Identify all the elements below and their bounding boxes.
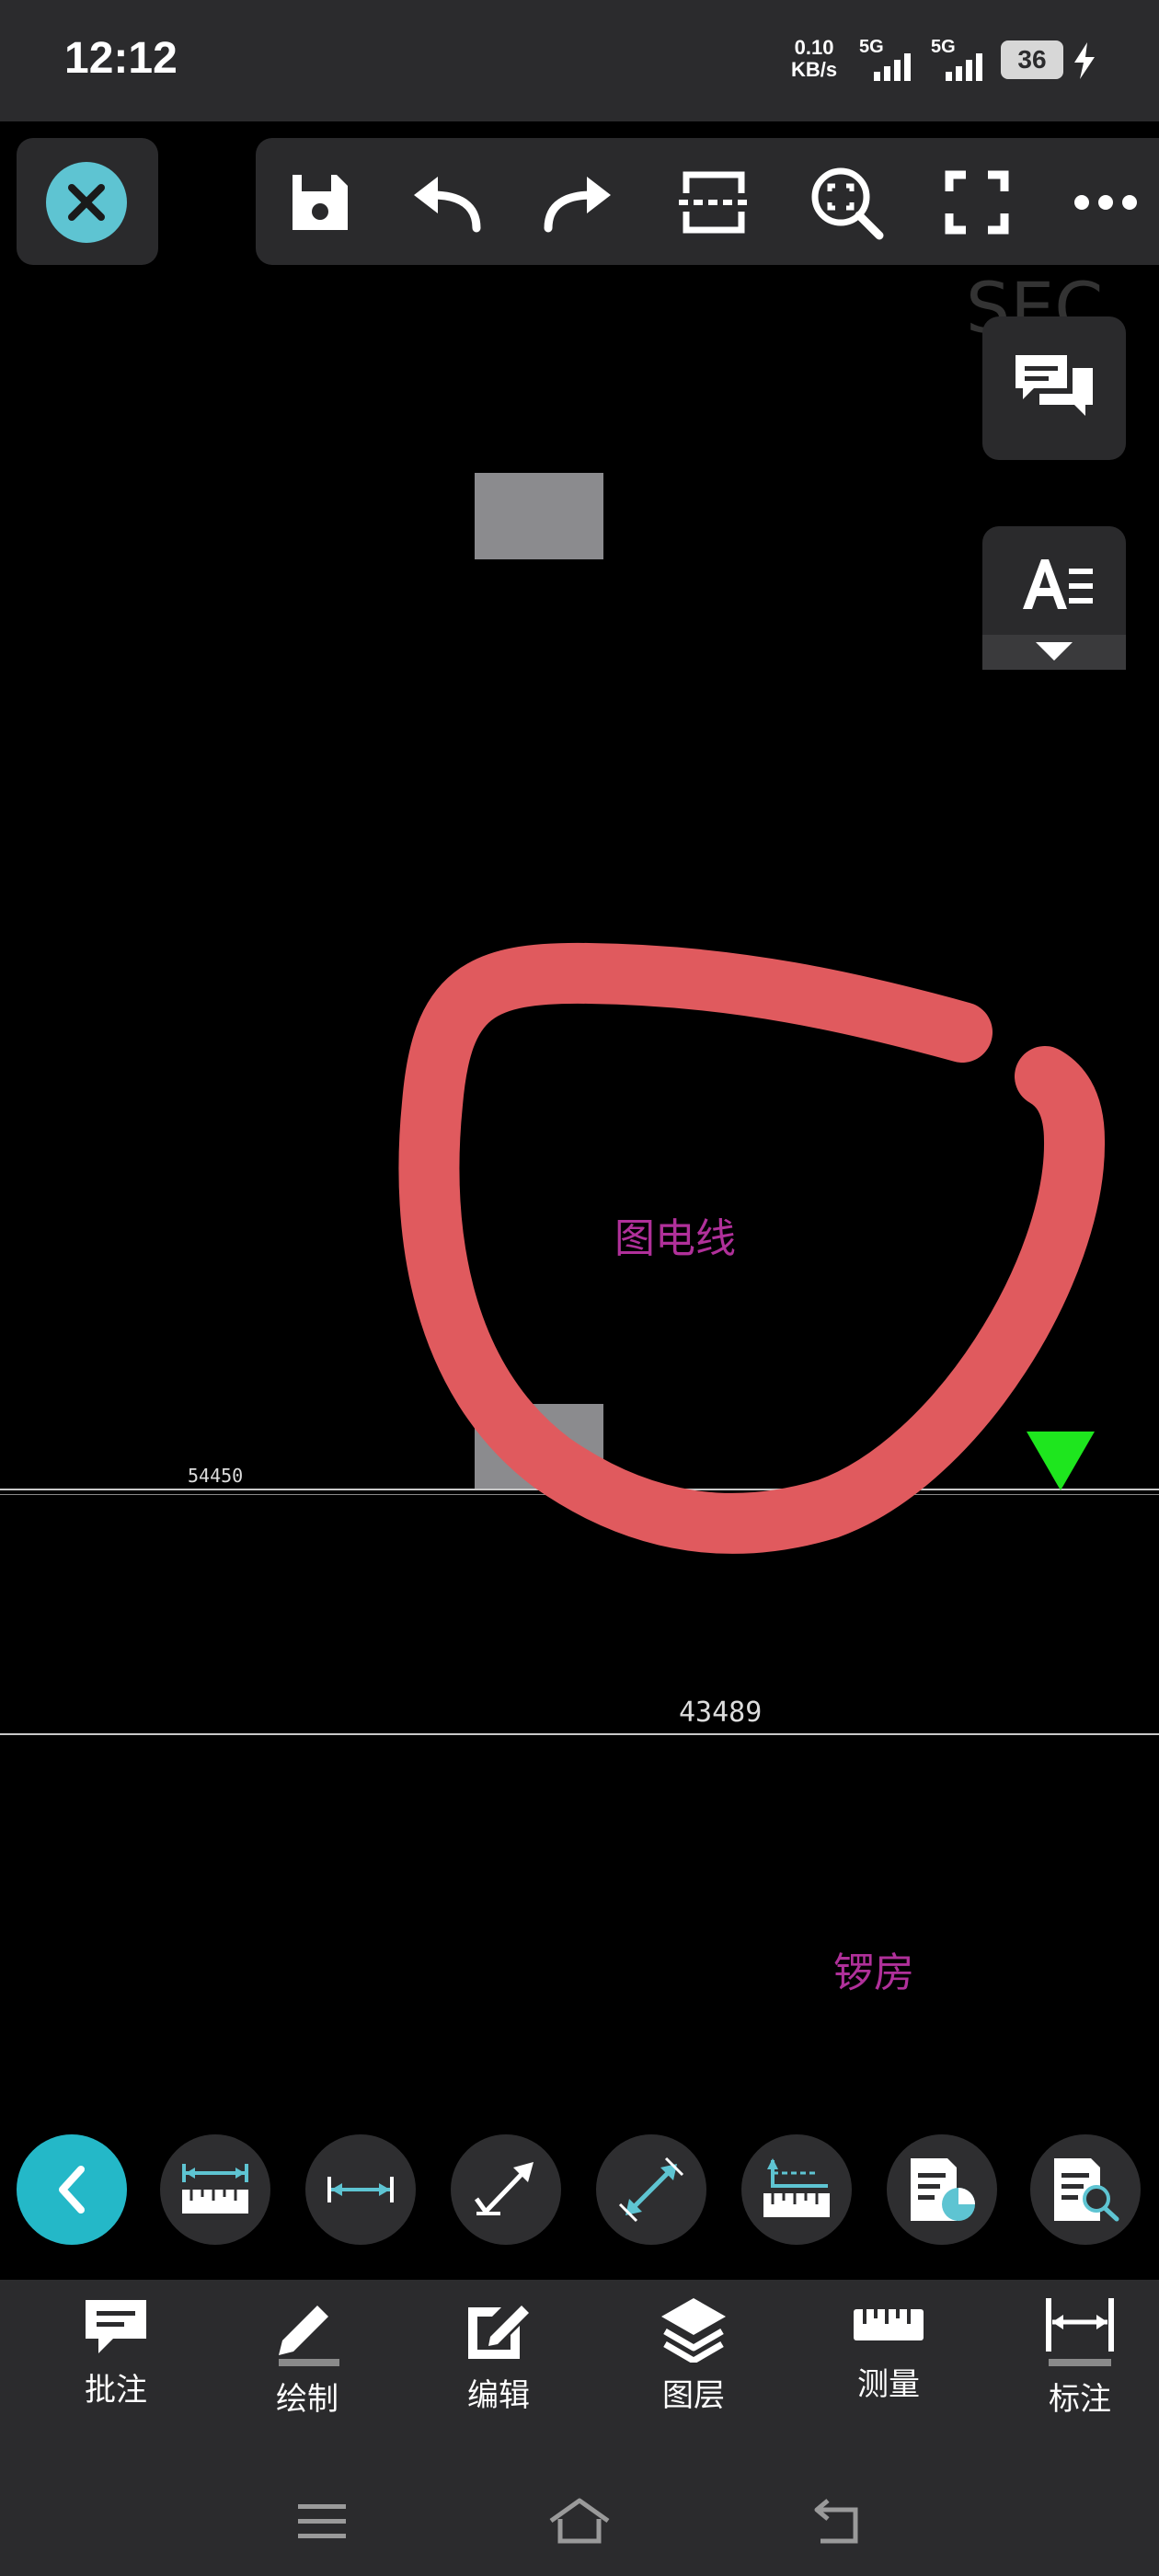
area-report-icon	[911, 2158, 975, 2221]
layers-icon	[661, 2298, 726, 2363]
close-icon	[68, 184, 105, 221]
save-button[interactable]	[276, 158, 364, 247]
tab-layers[interactable]: 图层	[611, 2296, 776, 2425]
tab-draw[interactable]: 绘制	[224, 2296, 390, 2425]
edit-icon	[468, 2306, 529, 2359]
collapse-tools-button[interactable]	[17, 2134, 127, 2245]
leader-arrow-tool[interactable]	[451, 2134, 561, 2245]
ruler-linear-tool[interactable]	[160, 2134, 270, 2245]
save-icon	[293, 175, 348, 230]
leader-arrow-icon	[474, 2162, 534, 2215]
more-button[interactable]	[1061, 158, 1150, 247]
aligned-dimension-icon	[618, 2156, 684, 2223]
tab-dimension[interactable]: 标注	[997, 2296, 1159, 2425]
home-icon	[549, 2498, 610, 2544]
back-nav-icon	[814, 2499, 858, 2544]
text-style-icon	[1023, 559, 1093, 609]
tab-comment[interactable]: 批注	[33, 2296, 199, 2425]
search-document-icon	[1054, 2158, 1119, 2222]
undo-button[interactable]	[403, 158, 491, 247]
position-marker-icon	[1027, 1432, 1095, 1490]
zoom-fit-icon	[811, 167, 884, 240]
pencil-icon	[279, 2306, 339, 2366]
comment-icon	[86, 2300, 146, 2353]
dimension-icon	[1046, 2298, 1114, 2366]
back-button[interactable]	[791, 2484, 883, 2558]
split-view-button[interactable]	[670, 158, 758, 247]
split-view-icon	[679, 171, 749, 234]
search-document-tool[interactable]	[1030, 2134, 1141, 2245]
zoom-fit-button[interactable]	[802, 158, 890, 247]
distance-tool[interactable]	[305, 2134, 416, 2245]
chevron-down-icon	[1036, 642, 1073, 661]
menu-icon	[298, 2504, 346, 2538]
tab-measure[interactable]: 测量	[806, 2296, 971, 2425]
fullscreen-icon	[945, 170, 1009, 235]
coordinate-ruler-tool[interactable]	[741, 2134, 852, 2245]
aligned-dimension-tool[interactable]	[596, 2134, 706, 2245]
distance-icon	[327, 2177, 394, 2202]
tab-edit[interactable]: 编辑	[416, 2296, 581, 2425]
ruler-linear-icon	[182, 2164, 248, 2214]
fullscreen-button[interactable]	[933, 158, 1021, 247]
comments-icon	[1016, 355, 1093, 416]
recent-apps-button[interactable]	[276, 2484, 368, 2558]
close-button[interactable]	[46, 162, 127, 243]
redo-button[interactable]	[534, 158, 622, 247]
undo-icon	[414, 177, 481, 233]
redo-icon	[544, 177, 611, 233]
home-button[interactable]	[534, 2484, 625, 2558]
more-icon	[1074, 195, 1137, 210]
back-icon	[59, 2166, 85, 2214]
coordinate-ruler-icon	[763, 2158, 830, 2217]
ruler-icon	[854, 2309, 924, 2340]
area-report-tool[interactable]	[887, 2134, 997, 2245]
